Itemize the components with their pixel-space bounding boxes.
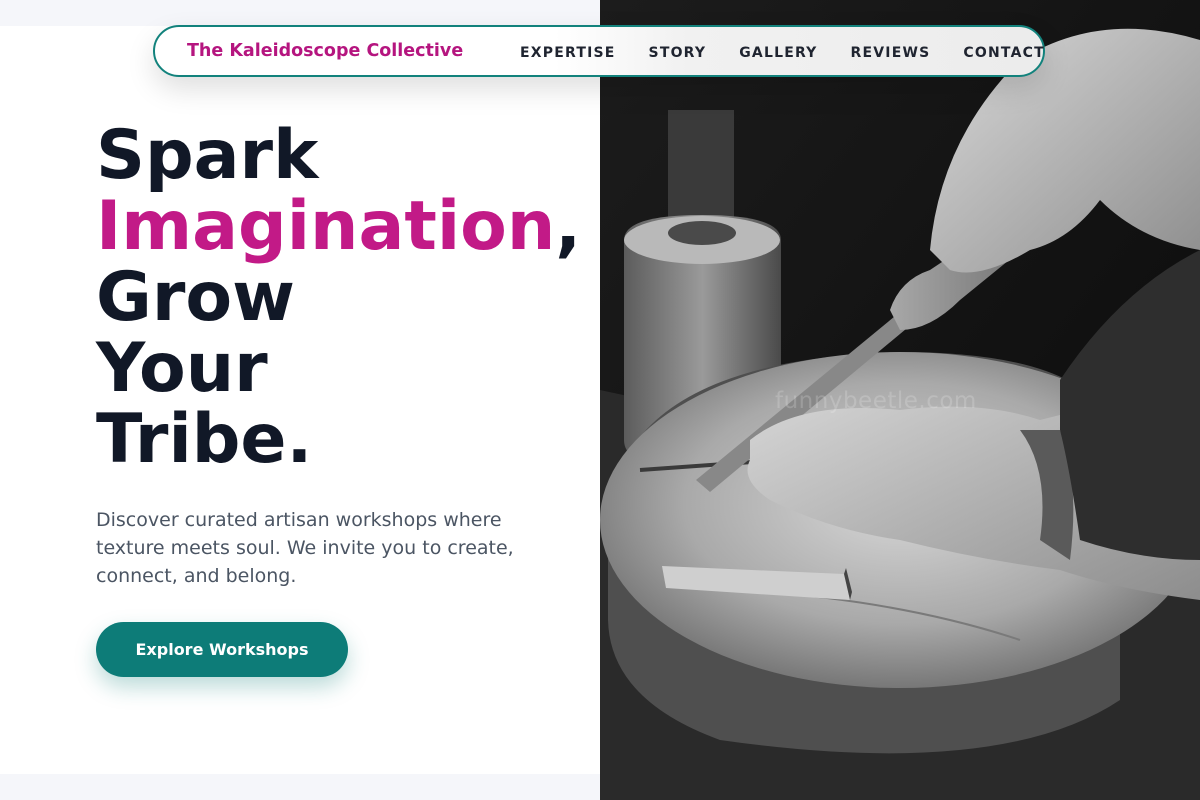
bottom-background-strip (0, 774, 600, 800)
nav-link-story[interactable]: STORY (649, 45, 707, 61)
hero-description: Discover curated artisan workshops where… (96, 509, 514, 587)
page: funnybeetle.com The Kaleidoscope Collect… (0, 0, 1200, 800)
hero-headline: Spark Imagination, Grow Your Tribe. (96, 120, 581, 475)
nav-link-reviews[interactable]: REVIEWS (851, 45, 931, 61)
headline-line-tribe: Tribe. (96, 400, 313, 479)
nav-link-expertise[interactable]: EXPERTISE (520, 45, 616, 61)
top-navigation: The Kaleidoscope Collective EXPERTISE ST… (153, 25, 1045, 77)
headline-line-imagination: Imagination, (96, 191, 581, 262)
headline-comma: , (555, 187, 582, 266)
image-watermark: funnybeetle.com (775, 388, 977, 414)
explore-workshops-button[interactable]: Explore Workshops (96, 622, 348, 677)
headline-line-spark: Spark (96, 116, 319, 195)
nav-link-contact[interactable]: CONTACT (963, 45, 1044, 61)
nav-links: EXPERTISE STORY GALLERY REVIEWS CONTACT (520, 45, 1045, 61)
headline-line-grow: Grow (96, 258, 295, 337)
headline-line-your: Your (96, 329, 268, 408)
brand-logo-link[interactable]: The Kaleidoscope Collective (187, 41, 463, 61)
headline-accent-word: Imagination (96, 187, 556, 266)
nav-link-gallery[interactable]: GALLERY (739, 45, 817, 61)
top-background-strip (0, 0, 600, 26)
